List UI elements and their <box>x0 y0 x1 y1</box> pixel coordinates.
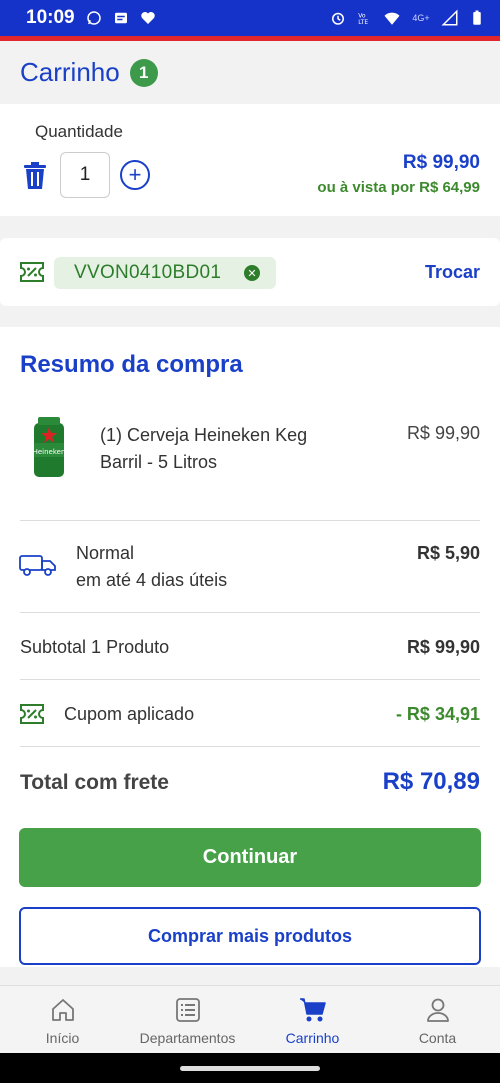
coupon-chip: VVON0410BD01 ✕ <box>54 257 276 289</box>
nav-label: Carrinho <box>285 1030 340 1046</box>
coupon-code: VVON0410BD01 <box>74 262 222 283</box>
whatsapp-icon <box>85 9 103 27</box>
summary-title: Resumo da compra <box>20 351 243 378</box>
nav-label: Conta <box>418 1030 457 1046</box>
nav-label: Início <box>45 1030 80 1046</box>
product-brand-text: Heineken <box>33 448 66 456</box>
coupon-applied-label: Cupom aplicado <box>64 704 195 724</box>
shipping-name: Normal <box>76 543 135 563</box>
svg-text:Vo: Vo <box>358 12 366 19</box>
product-price: R$ 99,90 <box>406 423 480 443</box>
continue-button[interactable]: Continuar <box>19 828 481 887</box>
user-icon <box>426 998 449 1022</box>
volte-icon: Vo LTE <box>356 9 374 27</box>
status-time: 10:09 <box>26 7 75 28</box>
nav-item-home[interactable]: Início <box>0 986 125 1053</box>
purchase-summary: Resumo da compra Heineken (1) Cerveja He… <box>0 327 500 907</box>
nav-item-account[interactable]: Conta <box>375 986 500 1053</box>
shipping-price: R$ 5,90 <box>416 543 480 563</box>
heart-icon <box>139 9 157 27</box>
home-gesture-handle[interactable] <box>180 1066 320 1071</box>
quantity-input[interactable]: 1 <box>60 152 110 198</box>
message-icon <box>112 9 130 27</box>
cart-count-badge: 1 <box>129 58 158 87</box>
truck-icon <box>19 555 56 576</box>
divider <box>20 679 480 680</box>
list-icon <box>175 998 200 1022</box>
cart-icon <box>299 998 326 1022</box>
coupon-icon <box>20 704 44 724</box>
trash-icon[interactable] <box>22 162 48 190</box>
page-title: Carrinho <box>20 57 120 87</box>
total-label: Total com frete <box>20 771 169 794</box>
subtotal-value: R$ 99,90 <box>406 637 480 657</box>
nav-label: Departamentos <box>139 1030 236 1046</box>
cash-price: ou à vista por R$ 64,99 <box>317 179 480 196</box>
divider <box>20 612 480 613</box>
coupon-applied-value: - R$ 34,91 <box>395 704 480 724</box>
home-icon <box>51 999 74 1021</box>
shipping-eta: em até 4 dias úteis <box>76 570 228 590</box>
buy-more-products-button[interactable]: Comprar mais produtos <box>19 907 481 965</box>
page-header: Carrinho 1 <box>0 41 500 104</box>
nav-item-departments[interactable]: Departamentos <box>125 986 250 1053</box>
wifi-icon <box>383 9 401 27</box>
alarm-icon <box>329 9 347 27</box>
total-value: R$ 70,89 <box>382 768 480 795</box>
increase-quantity-button[interactable]: + <box>120 160 150 190</box>
coupon-card: VVON0410BD01 ✕ Trocar <box>0 238 500 306</box>
svg-text:LTE: LTE <box>358 19 368 26</box>
swap-coupon-link[interactable]: Trocar <box>425 262 480 283</box>
divider <box>20 746 480 747</box>
product-image: Heineken <box>33 417 66 477</box>
bottom-navigation: Início Departamentos Carrinho Conta <box>0 985 500 1053</box>
subtotal-label: Subtotal 1 Produto <box>20 637 170 657</box>
quantity-card: Quantidade 1 + R$ 99,90 ou à vista por R… <box>0 104 500 216</box>
network-type-icon: 4G+ <box>412 13 430 23</box>
nav-item-cart[interactable]: Carrinho <box>250 986 375 1053</box>
plus-icon: + <box>128 162 142 187</box>
remove-coupon-icon[interactable]: ✕ <box>244 265 260 281</box>
system-gesture-bar <box>0 1053 500 1083</box>
product-name: (1) Cerveja Heineken Keg Barril - 5 Litr… <box>100 425 308 472</box>
item-price: R$ 99,90 <box>402 152 480 173</box>
battery-icon <box>468 9 486 27</box>
signal-icon <box>441 9 459 27</box>
divider <box>20 520 480 521</box>
status-bar: 10:09 Vo LTE 4G+ <box>0 0 500 36</box>
quantity-label: Quantidade <box>35 122 123 141</box>
more-products-section: Comprar mais produtos <box>0 907 500 967</box>
coupon-icon <box>20 262 44 282</box>
